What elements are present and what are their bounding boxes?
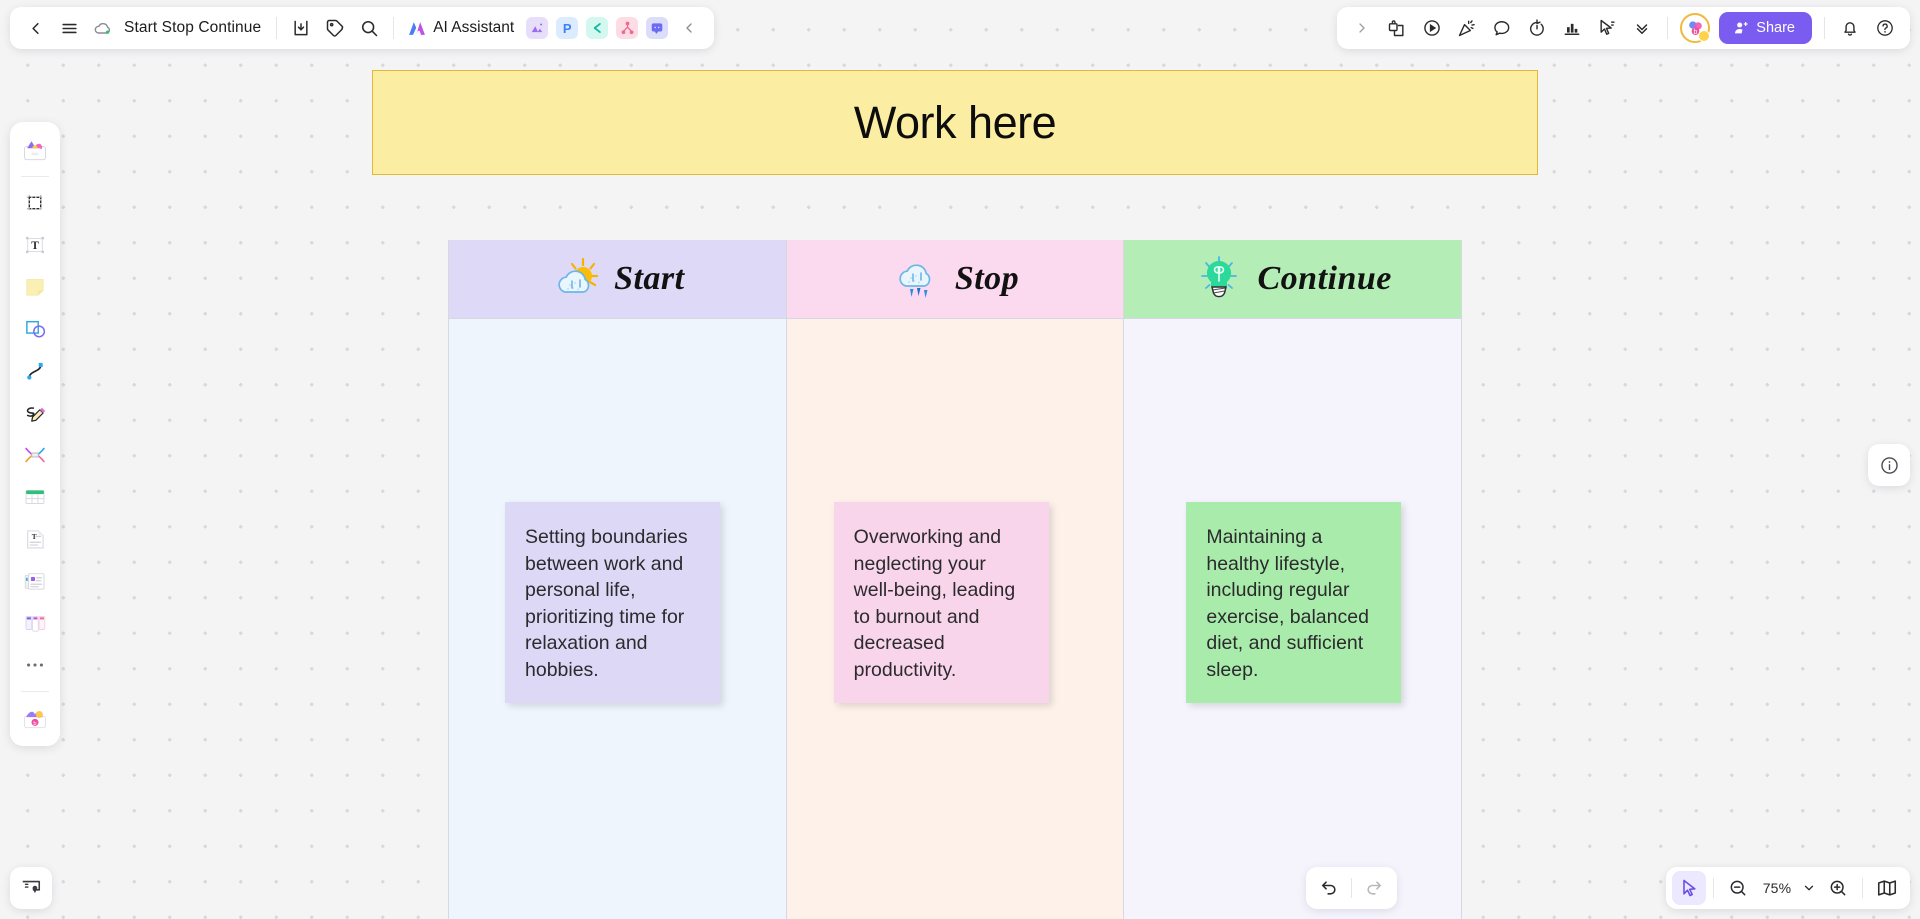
zoom-in-button[interactable] xyxy=(1821,871,1855,905)
control-divider xyxy=(1862,878,1863,898)
board-column-stop[interactable]: Stop Overworking and neglecting your wel… xyxy=(786,240,1125,919)
ai-sparkle-icon xyxy=(409,21,426,35)
retro-board-grid: Start Setting boundaries between work an… xyxy=(448,240,1463,919)
sticky-note[interactable]: Setting boundaries between work and pers… xyxy=(505,502,720,704)
toolbar-divider xyxy=(276,17,278,39)
zoom-controls: 75% xyxy=(1666,867,1910,909)
toolbar-divider xyxy=(1824,17,1825,39)
svg-text:b: b xyxy=(1693,28,1697,35)
comment-app-icon[interactable] xyxy=(642,11,672,45)
top-toolbar-left: Start Stop Continue AI Assistant P xyxy=(10,7,715,49)
brand-avatar[interactable]: b xyxy=(1680,13,1711,43)
column-title-stop: Stop xyxy=(954,260,1020,297)
presentation-panel-button[interactable] xyxy=(10,867,52,909)
column-header-continue[interactable]: Continue xyxy=(1124,240,1462,319)
sidebar-item-frame[interactable] xyxy=(15,183,55,223)
search-icon[interactable] xyxy=(352,11,386,45)
board-column-continue[interactable]: Continue Maintaining a healthy lifestyle… xyxy=(1124,240,1463,919)
sidebar-item-mindmap[interactable] xyxy=(15,435,55,475)
toolbar-divider xyxy=(1667,17,1669,39)
template-icon[interactable] xyxy=(1380,11,1414,45)
celebrate-icon[interactable] xyxy=(1450,11,1484,45)
rain-cloud-icon xyxy=(891,253,943,305)
sidebar-item-kanban[interactable] xyxy=(15,603,55,643)
column-header-stop[interactable]: Stop xyxy=(786,240,1124,319)
bell-icon[interactable] xyxy=(1833,11,1867,45)
board-title[interactable]: Start Stop Continue xyxy=(120,19,269,37)
sidebar-item-card[interactable] xyxy=(15,561,55,601)
image-app-icon[interactable] xyxy=(522,11,552,45)
expand-right-icon[interactable] xyxy=(1345,11,1379,45)
cloud-saved-icon xyxy=(86,11,120,45)
sidebar-item-more[interactable] xyxy=(15,645,55,685)
mindmap-app-icon[interactable] xyxy=(582,11,612,45)
zoom-level-label[interactable]: 75% xyxy=(1757,880,1797,896)
undo-redo-group xyxy=(1306,867,1397,909)
sticky-note[interactable]: Overworking and neglecting your well-bei… xyxy=(833,502,1049,704)
work-here-banner[interactable]: Work here xyxy=(372,70,1538,175)
hamburger-menu-icon[interactable] xyxy=(52,11,86,45)
undo-button[interactable] xyxy=(1312,871,1346,905)
sun-behind-cloud-icon xyxy=(550,253,602,305)
download-icon[interactable] xyxy=(284,11,318,45)
presentation-app-icon[interactable]: P xyxy=(552,11,582,45)
play-icon[interactable] xyxy=(1415,11,1449,45)
timer-icon[interactable] xyxy=(1520,11,1554,45)
column-body-stop[interactable]: Overworking and neglecting your well-bei… xyxy=(786,319,1124,919)
sidebar-item-templates[interactable] xyxy=(15,130,55,170)
sidebar-item-pen[interactable] xyxy=(15,393,55,433)
control-divider xyxy=(1713,878,1714,898)
collapse-left-icon[interactable] xyxy=(672,11,706,45)
cursor-share-icon[interactable] xyxy=(1590,11,1624,45)
redo-button[interactable] xyxy=(1357,871,1391,905)
back-arrow-icon[interactable] xyxy=(18,11,52,45)
share-label: Share xyxy=(1756,20,1795,36)
sidebar-divider xyxy=(21,691,49,692)
minimap-button[interactable] xyxy=(1870,871,1904,905)
board-column-start[interactable]: Start Setting boundaries between work an… xyxy=(448,240,787,919)
vote-icon[interactable] xyxy=(1555,11,1589,45)
ai-assistant-button[interactable]: AI Assistant xyxy=(401,11,522,45)
column-header-start[interactable]: Start xyxy=(449,240,786,319)
ai-assistant-label: AI Assistant xyxy=(433,19,515,36)
top-toolbar-right: b Share xyxy=(1337,7,1910,49)
column-body-continue[interactable]: Maintaining a healthy lifestyle, includi… xyxy=(1124,319,1462,919)
chevrons-down-icon[interactable] xyxy=(1625,11,1659,45)
sidebar-item-text[interactable]: T xyxy=(15,225,55,265)
sidebar-item-table[interactable] xyxy=(15,477,55,517)
lightbulb-icon xyxy=(1193,253,1245,305)
info-button[interactable] xyxy=(1868,444,1910,486)
sidebar-item-ai-gen[interactable]: b xyxy=(15,698,55,738)
svg-text:T: T xyxy=(31,240,39,252)
column-title-start: Start xyxy=(614,260,685,297)
tag-icon[interactable] xyxy=(318,11,352,45)
help-icon[interactable] xyxy=(1868,11,1902,45)
banner-text: Work here xyxy=(853,96,1057,148)
sticky-note[interactable]: Maintaining a healthy lifestyle, includi… xyxy=(1186,502,1402,704)
svg-text:b: b xyxy=(33,721,36,727)
chevron-down-icon[interactable] xyxy=(1799,871,1819,905)
toolbar-divider xyxy=(393,17,395,39)
sidebar-item-sticky-note[interactable] xyxy=(15,267,55,307)
column-body-start[interactable]: Setting boundaries between work and pers… xyxy=(449,319,786,919)
flowchart-app-icon[interactable] xyxy=(612,11,642,45)
sidebar-item-connector[interactable] xyxy=(15,351,55,391)
share-button[interactable]: Share xyxy=(1719,12,1812,44)
control-divider xyxy=(1351,878,1352,898)
select-tool-button[interactable] xyxy=(1672,871,1706,905)
zoom-out-button[interactable] xyxy=(1721,871,1755,905)
share-person-icon xyxy=(1733,20,1749,36)
sidebar-divider xyxy=(21,176,49,177)
left-tool-sidebar: T T b xyxy=(10,122,60,746)
column-title-continue: Continue xyxy=(1257,260,1392,297)
sidebar-item-document[interactable]: T xyxy=(15,519,55,559)
sidebar-item-shape[interactable] xyxy=(15,309,55,349)
comment-icon[interactable] xyxy=(1485,11,1519,45)
